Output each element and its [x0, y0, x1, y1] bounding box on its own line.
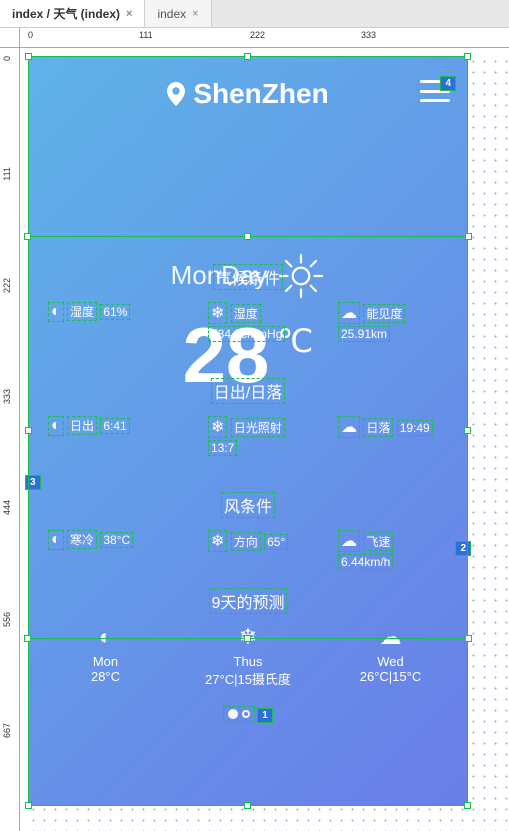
- cloud-icon: ☁: [338, 530, 360, 552]
- ruler-tick: 222: [2, 278, 12, 293]
- stat-cell: ❄ 湿度 784.3cmmHg: [188, 298, 308, 348]
- snowflake-icon: ❄: [191, 624, 306, 650]
- section-title: 气候条件: [213, 264, 283, 290]
- tab-bar: index / 天气 (index) × index ×: [0, 0, 509, 28]
- half-moon-icon: ◐: [48, 416, 64, 436]
- forecast-day[interactable]: ☁ Wed 26°C|15°C: [333, 624, 448, 688]
- stat-value: 784.3cmmHg: [208, 326, 285, 342]
- forecast-day-name: Mon: [48, 654, 163, 669]
- forecast-day-temp: 27°C|15摄氏度: [191, 669, 306, 688]
- stat-value: 25.91km: [338, 326, 390, 342]
- ruler-tick: 222: [250, 30, 265, 40]
- stat-label: 方向: [231, 532, 261, 551]
- stat-label: 日落: [363, 418, 393, 437]
- ruler-corner: [0, 28, 20, 48]
- stat-label: 日光照射: [231, 418, 285, 437]
- ruler-tick: 111: [2, 167, 12, 181]
- ruler-horizontal[interactable]: 0 111 222 333: [20, 28, 509, 48]
- section-climate: 气候条件 ◐ 湿度 61% ❄ 湿度 784.3cmmHg ☁ 能见度: [28, 264, 468, 348]
- ruler-tick: 0: [28, 30, 33, 40]
- half-moon-icon: ◐: [48, 624, 163, 650]
- stat-value: 13:7: [208, 440, 237, 456]
- section-wind: 风条件 ◐ 寒冷 38°C ❄ 方向 65° ☁ 飞速: [28, 492, 468, 576]
- stat-cell: ◐ 湿度 61%: [48, 298, 168, 348]
- ruler-tick: 667: [2, 723, 12, 738]
- tab-label: index: [157, 7, 186, 21]
- half-moon-icon: ◐: [48, 302, 64, 322]
- stat-value: 6:41: [100, 418, 129, 434]
- tab-label: index / 天气 (index): [12, 5, 120, 22]
- stat-cell: ❄ 日光照射 13:7: [188, 412, 308, 462]
- stat-value: 61%: [100, 304, 130, 320]
- ruler-tick: 111: [139, 30, 153, 40]
- stat-cell: ◐ 寒冷 38°C: [48, 526, 168, 576]
- selection-badge: 1: [257, 708, 273, 723]
- close-icon[interactable]: ×: [192, 8, 198, 20]
- forecast: 9天的预测 ◐ Mon 28°C ❄ Thus 27°C|15摄氏度 ☁ Wed: [28, 588, 468, 744]
- cloud-icon: ☁: [338, 416, 360, 438]
- ruler-vertical[interactable]: 0 111 222 333 444 556 667: [0, 48, 20, 831]
- forecast-day[interactable]: ◐ Mon 28°C: [48, 624, 163, 688]
- selection-badge: 4: [440, 76, 456, 91]
- stat-label: 湿度: [67, 302, 97, 321]
- stat-cell: ☁ 能见度 25.91km: [328, 298, 448, 348]
- cloud-icon: ☁: [338, 302, 360, 324]
- forecast-day-name: Wed: [333, 654, 448, 669]
- selection-badge: 3: [25, 475, 41, 490]
- snowflake-icon: ❄: [208, 302, 227, 324]
- ruler-tick: 556: [2, 612, 12, 627]
- header: ShenZhen 4: [28, 56, 468, 120]
- stat-value: 6.44km/h: [338, 554, 393, 570]
- ruler-tick: 444: [2, 500, 12, 515]
- half-moon-icon: ◐: [48, 530, 64, 550]
- forecast-day-temp: 26°C|15°C: [333, 669, 448, 684]
- forecast-day[interactable]: ❄ Thus 27°C|15摄氏度: [191, 624, 306, 688]
- ruler-tick: 0: [2, 56, 12, 61]
- snowflake-icon: ❄: [208, 416, 227, 438]
- city-name: ShenZhen: [193, 78, 328, 110]
- forecast-day-temp: 28°C: [48, 669, 163, 684]
- stat-label: 湿度: [231, 304, 261, 323]
- page-dots[interactable]: 1: [48, 706, 448, 724]
- close-icon[interactable]: ×: [126, 8, 132, 20]
- location-pin-icon: [167, 82, 185, 106]
- stat-cell: ☁ 日落 19:49: [328, 412, 448, 462]
- tab-inactive[interactable]: index ×: [145, 0, 211, 27]
- stat-cell: ❄ 方向 65°: [188, 526, 308, 576]
- ruler-tick: 333: [361, 30, 376, 40]
- selection-badge: 2: [455, 541, 471, 556]
- dot-active[interactable]: [228, 709, 238, 719]
- section-title: 日出/日落: [211, 378, 285, 404]
- dot-inactive[interactable]: [242, 710, 250, 718]
- ruler-tick: 333: [2, 389, 12, 404]
- stat-value: 19:49: [397, 420, 433, 436]
- stat-label: 飞速: [363, 532, 393, 551]
- stat-value: 38°C: [100, 532, 133, 548]
- stat-label: 能见度: [363, 304, 405, 323]
- section-sun: 日出/日落 ◐ 日出 6:41 ❄ 日光照射 13:7 ☁ 日落: [28, 378, 468, 462]
- selection-divider: [28, 236, 468, 237]
- stat-cell: ☁ 飞速 6.44km/h: [328, 526, 448, 576]
- snowflake-icon: ❄: [208, 530, 227, 552]
- stat-label: 寒冷: [67, 530, 97, 549]
- phone-frame[interactable]: ShenZhen 4 MonDay: [28, 56, 468, 806]
- cloud-icon: ☁: [333, 624, 448, 650]
- forecast-title: 9天的预测: [209, 588, 288, 614]
- tab-active[interactable]: index / 天气 (index) ×: [0, 0, 145, 27]
- forecast-day-name: Thus: [191, 654, 306, 669]
- stat-value: 65°: [264, 534, 288, 550]
- stat-cell: ◐ 日出 6:41: [48, 412, 168, 462]
- canvas[interactable]: ShenZhen 4 MonDay: [20, 48, 509, 831]
- section-title: 风条件: [221, 492, 275, 518]
- stat-label: 日出: [67, 416, 97, 435]
